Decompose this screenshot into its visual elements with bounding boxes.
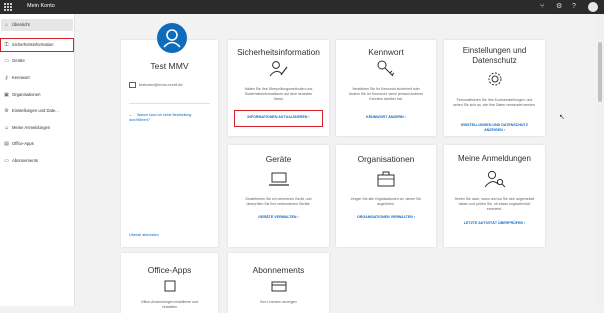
person-search-icon: ☺ — [3, 125, 10, 131]
review-activity-link[interactable]: LETZTE AKTIVITÄT ÜBERPRÜFEN › — [444, 221, 545, 226]
waffle-icon[interactable] — [4, 3, 12, 11]
sidebar-item-label: Meine Anmeldungen — [12, 125, 51, 130]
devices-card: Geräte Deaktivieren Sie ein verlorenes G… — [228, 145, 329, 247]
sidebar-item-signins[interactable]: ☺ Meine Anmeldungen — [1, 122, 73, 134]
question-icon[interactable]: ? — [572, 2, 576, 11]
my-signins-title: Meine Anmeldungen — [458, 154, 531, 163]
office-apps-desc: Office-Anwendungen installieren und verw… — [140, 300, 199, 309]
why-cant-edit-link[interactable]: ⌄ Warum kann ich keine Bearbeitung durchf… — [129, 113, 211, 122]
sidebar-item-label: Sicherheitsinformation — [12, 42, 54, 47]
laptop-icon — [268, 172, 289, 186]
sidebar-item-label: Kennwort — [12, 75, 30, 80]
sign-out-everywhere-link[interactable]: Überall abmelden — [129, 233, 159, 237]
gear-icon: ⚙ — [4, 108, 9, 114]
change-password-label: KENNWORT ÄNDERN — [366, 115, 404, 119]
home-icon: ⌂ — [4, 22, 9, 28]
mail-icon — [129, 82, 136, 88]
organizations-card: Organisationen Zeigen Sie alle Organisat… — [336, 145, 436, 247]
sidebar-item-label: Übersicht — [12, 22, 30, 27]
sidebar-item-label: Einstellungen und Date... — [12, 108, 59, 113]
subscriptions-desc: Ihre Lizenzen anzeigen — [260, 300, 297, 304]
sidebar-item-overview[interactable]: ⌂ Übersicht — [1, 19, 73, 31]
mouse-cursor-icon: ↖ — [559, 114, 565, 121]
page-scrollbar[interactable] — [597, 14, 604, 306]
manage-organizations-link[interactable]: ORGANISATIONEN VERWALTEN › — [336, 215, 436, 220]
settings-privacy-title: Einstellungen und Datenschutz — [462, 46, 527, 65]
view-settings-label: EINSTELLUNGEN UND DATENSCHUTZ ANZEIGEN — [461, 123, 528, 132]
divider — [129, 103, 210, 104]
security-info-title: Sicherheitsinformation — [237, 47, 320, 57]
sidebar-item-label: Geräte — [12, 58, 25, 63]
change-password-link[interactable]: KENNWORT ÄNDERN › — [336, 115, 436, 120]
top-bar: Mein Konto ⑂ ⚙ ? — [0, 0, 604, 14]
view-settings-link[interactable]: EINSTELLUNGEN UND DATENSCHUTZ ANZEIGEN › — [460, 123, 529, 133]
sidebar-item-office-apps[interactable]: ▤ Office-Apps — [1, 138, 73, 150]
key-icon: ⚷ — [4, 75, 9, 81]
chevron-right-icon: › — [404, 115, 406, 119]
password-desc: Verstärken Sie Ihr Kennwort sicherheit o… — [348, 87, 424, 101]
subscriptions-title: Abonnements — [252, 265, 305, 275]
why-cant-edit-text: Warum kann ich keine Bearbeitung durchfü… — [129, 113, 192, 122]
sidebar-item-subscriptions[interactable]: ▭ Abonnements — [1, 155, 73, 167]
sidebar-item-settings[interactable]: ⚙ Einstellungen und Date... — [1, 105, 73, 117]
scrollbar-thumb[interactable] — [598, 42, 602, 102]
office-apps-card: Office-Apps Office-Anwendungen installie… — [121, 253, 218, 313]
security-info-desc: Halten Sie Ihre Überprüfungsmethoden und… — [244, 87, 313, 101]
key-person-icon: ⚿ — [4, 42, 9, 48]
settings-icon[interactable]: ⚙ — [556, 2, 562, 11]
password-title: Kennwort — [368, 47, 404, 57]
password-card: Kennwort Verstärken Sie Ihr Kennwort sic… — [336, 40, 436, 136]
sidebar-item-label: Organisationen — [12, 92, 41, 97]
card-icon — [271, 281, 286, 292]
sidebar: ⌂ Übersicht ⚿ Sicherheitsinformation ▭ Gerä… — [0, 14, 75, 306]
profile-name: Test MMV — [150, 61, 189, 71]
key-icon — [377, 60, 395, 77]
manage-devices-link[interactable]: GERÄTE VERWALTEN › — [228, 215, 329, 220]
office-apps-title: Office-Apps — [147, 265, 192, 275]
sidebar-item-label: Office-Apps — [12, 141, 34, 146]
organizations-desc: Zeigen Sie alle Organisationen an, denen… — [350, 197, 422, 206]
sidebar-item-security-info[interactable]: ⚿ Sicherheitsinformation — [0, 38, 74, 52]
laptop-icon: ▭ — [4, 58, 9, 64]
sidebar-item-devices[interactable]: ▭ Geräte — [1, 55, 73, 67]
chevron-right-icon: › — [297, 215, 299, 219]
subscriptions-card: Abonnements Ihre Lizenzen anzeigen — [228, 253, 329, 313]
chevron-right-icon: › — [503, 128, 505, 132]
office-icon — [164, 280, 175, 292]
organizations-title: Organisationen — [357, 154, 415, 164]
key-person-icon — [269, 61, 287, 77]
briefcase-icon — [377, 171, 395, 187]
profile-avatar — [157, 23, 187, 53]
manage-organizations-label: ORGANISATIONEN VERWALTEN — [356, 215, 413, 219]
office-icon: ▤ — [4, 141, 9, 147]
my-signins-desc: Sehen Sie nach, wann und wo Sie sich ang… — [454, 197, 535, 211]
sidebar-item-label: Abonnements — [12, 158, 38, 163]
card-icon: ▭ — [4, 158, 9, 164]
profile-email-row: testmmv@mmv-recht.de — [129, 82, 183, 88]
manage-devices-label: GERÄTE VERWALTEN — [258, 215, 297, 219]
person-icon — [163, 29, 181, 48]
review-activity-label: LETZTE AKTIVITÄT ÜBERPRÜFEN — [463, 221, 523, 225]
highlight-box — [234, 110, 323, 127]
devices-desc: Deaktivieren Sie ein verlorenes Gerät, u… — [245, 197, 312, 206]
briefcase-icon: ▣ — [4, 92, 9, 98]
settings-privacy-card: Einstellungen und Datenschutz Personalis… — [444, 40, 545, 136]
org-chart-icon[interactable]: ⑂ — [540, 2, 544, 11]
devices-title: Geräte — [265, 154, 292, 164]
sidebar-item-organizations[interactable]: ▣ Organisationen — [1, 89, 73, 101]
profile-card: Test MMV testmmv@mmv-recht.de ⌄ Warum kan… — [121, 40, 218, 247]
sidebar-item-password[interactable]: ⚷ Kennwort — [1, 72, 73, 84]
avatar[interactable] — [588, 2, 598, 12]
settings-privacy-desc: Personalisieren Sie Ihre Kontoeinstellun… — [453, 98, 536, 107]
chevron-right-icon: › — [413, 215, 416, 219]
profile-email: testmmv@mmv-recht.de — [139, 82, 183, 87]
app-title[interactable]: Mein Konto — [27, 3, 55, 9]
chevron-right-icon: › — [523, 221, 526, 225]
person-search-icon — [484, 170, 505, 188]
my-signins-card: Meine Anmeldungen Sehen Sie nach, wann u… — [444, 145, 545, 247]
gear-icon — [488, 72, 501, 86]
